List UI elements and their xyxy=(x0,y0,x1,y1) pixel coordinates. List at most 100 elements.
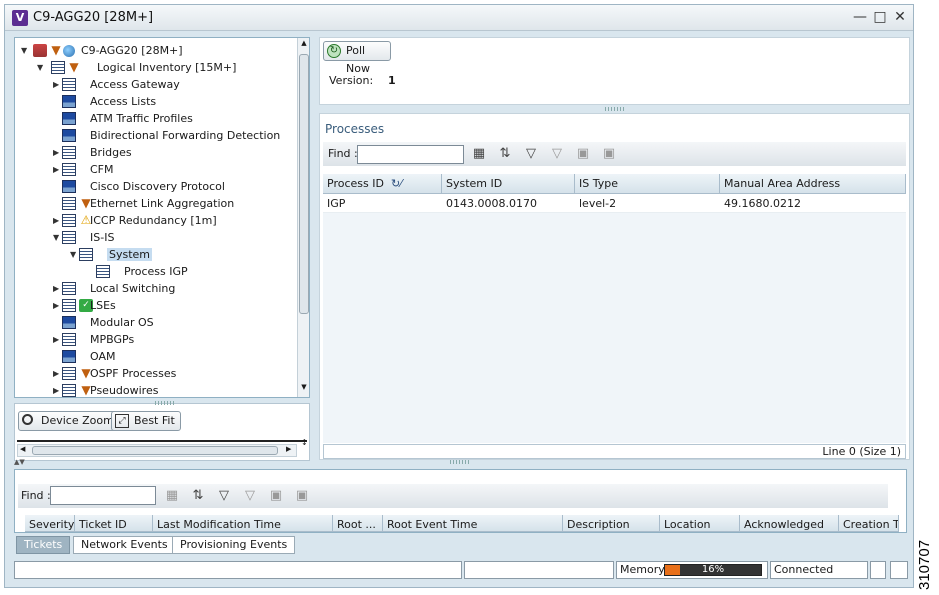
scroll-thumb[interactable] xyxy=(299,54,309,314)
columns-icon[interactable]: ▣ xyxy=(294,488,310,504)
scroll-right-icon[interactable]: ▶ xyxy=(286,445,291,453)
tree-node[interactable]: ▶ Local Switching xyxy=(53,281,293,298)
tree-root-node[interactable]: ▼ ▼ C9-AGG20 [28M+] xyxy=(21,43,291,60)
h-scroll-thumb[interactable] xyxy=(32,446,278,455)
stepper-icon[interactable]: ↕ xyxy=(301,438,308,447)
maximize-icon[interactable]: □ xyxy=(871,8,889,26)
sort-icon[interactable]: ⇅ xyxy=(190,488,206,504)
splitter-handle[interactable] xyxy=(155,401,175,405)
tree-node-label: Access Lists xyxy=(90,95,157,108)
save-icon[interactable]: ▦ xyxy=(164,488,180,504)
collapse-icon[interactable]: ▼ xyxy=(53,233,61,243)
magnifier-icon xyxy=(22,414,33,425)
scroll-left-icon[interactable]: ◀ xyxy=(20,445,25,453)
scroll-down-icon[interactable]: ▼ xyxy=(299,383,309,393)
scroll-up-icon[interactable]: ▲ xyxy=(299,39,309,49)
export-icon[interactable]: ▣ xyxy=(268,488,284,504)
export-icon[interactable]: ▣ xyxy=(575,146,591,162)
save-icon[interactable]: ▦ xyxy=(471,146,487,162)
processes-title: Processes xyxy=(325,122,385,136)
tree-node[interactable]: Process IGP xyxy=(87,264,309,281)
expand-icon[interactable]: ▶ xyxy=(53,301,61,311)
column-header-creation-time[interactable]: Creation Tir xyxy=(839,515,899,531)
tree-node[interactable]: ▶ Access Gateway xyxy=(53,77,293,94)
advanced-filter-icon[interactable]: ▽ xyxy=(242,488,258,504)
collapse-icon[interactable]: ▼ xyxy=(70,250,78,260)
collapse-panel-icon[interactable]: ▲▼ xyxy=(14,458,25,466)
column-header-severity[interactable]: Severity xyxy=(25,515,75,531)
table-empty-area xyxy=(323,213,906,443)
tree-node[interactable]: ▶ CFM xyxy=(53,162,293,179)
expand-icon[interactable]: ▶ xyxy=(53,335,61,345)
minimize-icon[interactable]: — xyxy=(851,8,869,26)
column-header-last-modification-time[interactable]: Last Modification Time xyxy=(153,515,333,531)
filter-icon[interactable]: ▽ xyxy=(523,146,539,162)
expand-icon[interactable]: ▶ xyxy=(53,148,61,158)
collapse-icon[interactable]: ▼ xyxy=(21,46,29,56)
tree-node[interactable]: ▶ ⚠ ICCP Redundancy [1m] xyxy=(53,213,293,230)
table-icon xyxy=(62,299,76,312)
tree-node[interactable]: Bidirectional Forwarding Detection xyxy=(53,128,293,145)
splitter-handle[interactable] xyxy=(605,107,625,111)
column-header-root[interactable]: Root ... xyxy=(333,515,383,531)
tree-node[interactable]: Modular OS xyxy=(53,315,293,332)
tree-node-logical-inventory[interactable]: ▼ ▼ Logical Inventory [15M+] xyxy=(37,60,287,77)
tab-network-events[interactable]: Network Events xyxy=(73,536,176,554)
column-header-acknowledged[interactable]: Acknowledged xyxy=(740,515,839,531)
table-icon xyxy=(62,146,76,159)
column-label: Root ... xyxy=(337,518,376,531)
poll-now-button[interactable]: ↻ Poll Now xyxy=(323,41,391,75)
tree-node[interactable]: ▶ ▼ OSPF Processes xyxy=(53,366,293,383)
table-status-bar: Line 0 (Size 1) xyxy=(323,444,906,459)
tree-node[interactable]: OAM xyxy=(53,349,293,366)
sort-icon[interactable]: ⇅ xyxy=(497,146,513,162)
column-header-system-id[interactable]: System ID xyxy=(442,174,575,194)
advanced-filter-icon[interactable]: ▽ xyxy=(549,146,565,162)
tree-node[interactable]: ▶ MPBGPs xyxy=(53,332,293,349)
sort-refresh-icon[interactable]: ↻⁄ xyxy=(391,174,402,193)
tree-node[interactable]: Cisco Discovery Protocol xyxy=(53,179,293,196)
tree-node[interactable]: ATM Traffic Profiles xyxy=(53,111,293,128)
expand-icon[interactable]: ▶ xyxy=(53,284,61,294)
table-icon xyxy=(62,197,76,210)
columns-icon[interactable]: ▣ xyxy=(601,146,617,162)
tree-node[interactable]: Access Lists xyxy=(53,94,293,111)
processes-table-header: Process ID ↻⁄ System ID IS Type Manual A… xyxy=(323,174,906,194)
expand-icon[interactable]: ▶ xyxy=(53,165,61,175)
close-icon[interactable]: ✕ xyxy=(891,8,909,26)
column-header-location[interactable]: Location xyxy=(660,515,740,531)
horizontal-scrollbar[interactable]: ◀ ▶ xyxy=(17,444,297,457)
column-header-description[interactable]: Description xyxy=(563,515,660,531)
column-header-root-event-time[interactable]: Root Event Time xyxy=(383,515,563,531)
expand-icon[interactable]: ▶ xyxy=(53,80,61,90)
tree-node[interactable]: ▶ Bridges xyxy=(53,145,293,162)
refresh-icon: ↻ xyxy=(327,44,341,58)
column-header-manual-area-address[interactable]: Manual Area Address xyxy=(720,174,906,194)
best-fit-button[interactable]: ⤢ Best Fit xyxy=(111,411,181,431)
tree-node[interactable]: ▶ ✓ LSEs xyxy=(53,298,293,315)
title-bar[interactable]: V C9-AGG20 [28M+] — □ ✕ xyxy=(5,5,913,31)
expand-icon[interactable]: ▶ xyxy=(53,386,61,396)
tree-node[interactable]: ▶ ▼ Pseudowires xyxy=(53,383,293,397)
find-label: Find : xyxy=(21,489,51,502)
tree-node[interactable]: ▼ Ethernet Link Aggregation xyxy=(53,196,293,213)
expand-icon[interactable]: ▶ xyxy=(53,369,61,379)
device-zoom-button[interactable]: Device Zoom xyxy=(18,411,120,431)
tickets-find-input[interactable] xyxy=(50,486,156,505)
tree-node-label: IS-IS xyxy=(90,231,115,244)
tree-node-label: ATM Traffic Profiles xyxy=(90,112,193,125)
tree-node[interactable]: ▼ System xyxy=(70,247,309,264)
processes-find-input[interactable] xyxy=(357,145,464,164)
tab-tickets[interactable]: Tickets xyxy=(16,536,71,554)
tree-scrollbar[interactable]: ▲ ▼ xyxy=(297,38,309,397)
tab-provisioning-events[interactable]: Provisioning Events xyxy=(172,536,296,554)
tree-node[interactable]: ▼ IS-IS xyxy=(53,230,293,247)
filter-icon[interactable]: ▽ xyxy=(216,488,232,504)
column-header-process-id[interactable]: Process ID ↻⁄ xyxy=(323,174,442,194)
column-header-is-type[interactable]: IS Type xyxy=(575,174,720,194)
table-row[interactable]: IGP 0143.0008.0170 level-2 49.1680.0212 xyxy=(323,195,906,213)
expand-icon[interactable]: ▶ xyxy=(53,216,61,226)
column-header-ticket-id[interactable]: Ticket ID xyxy=(75,515,153,531)
splitter-handle[interactable] xyxy=(450,460,470,464)
collapse-icon[interactable]: ▼ xyxy=(37,63,45,73)
